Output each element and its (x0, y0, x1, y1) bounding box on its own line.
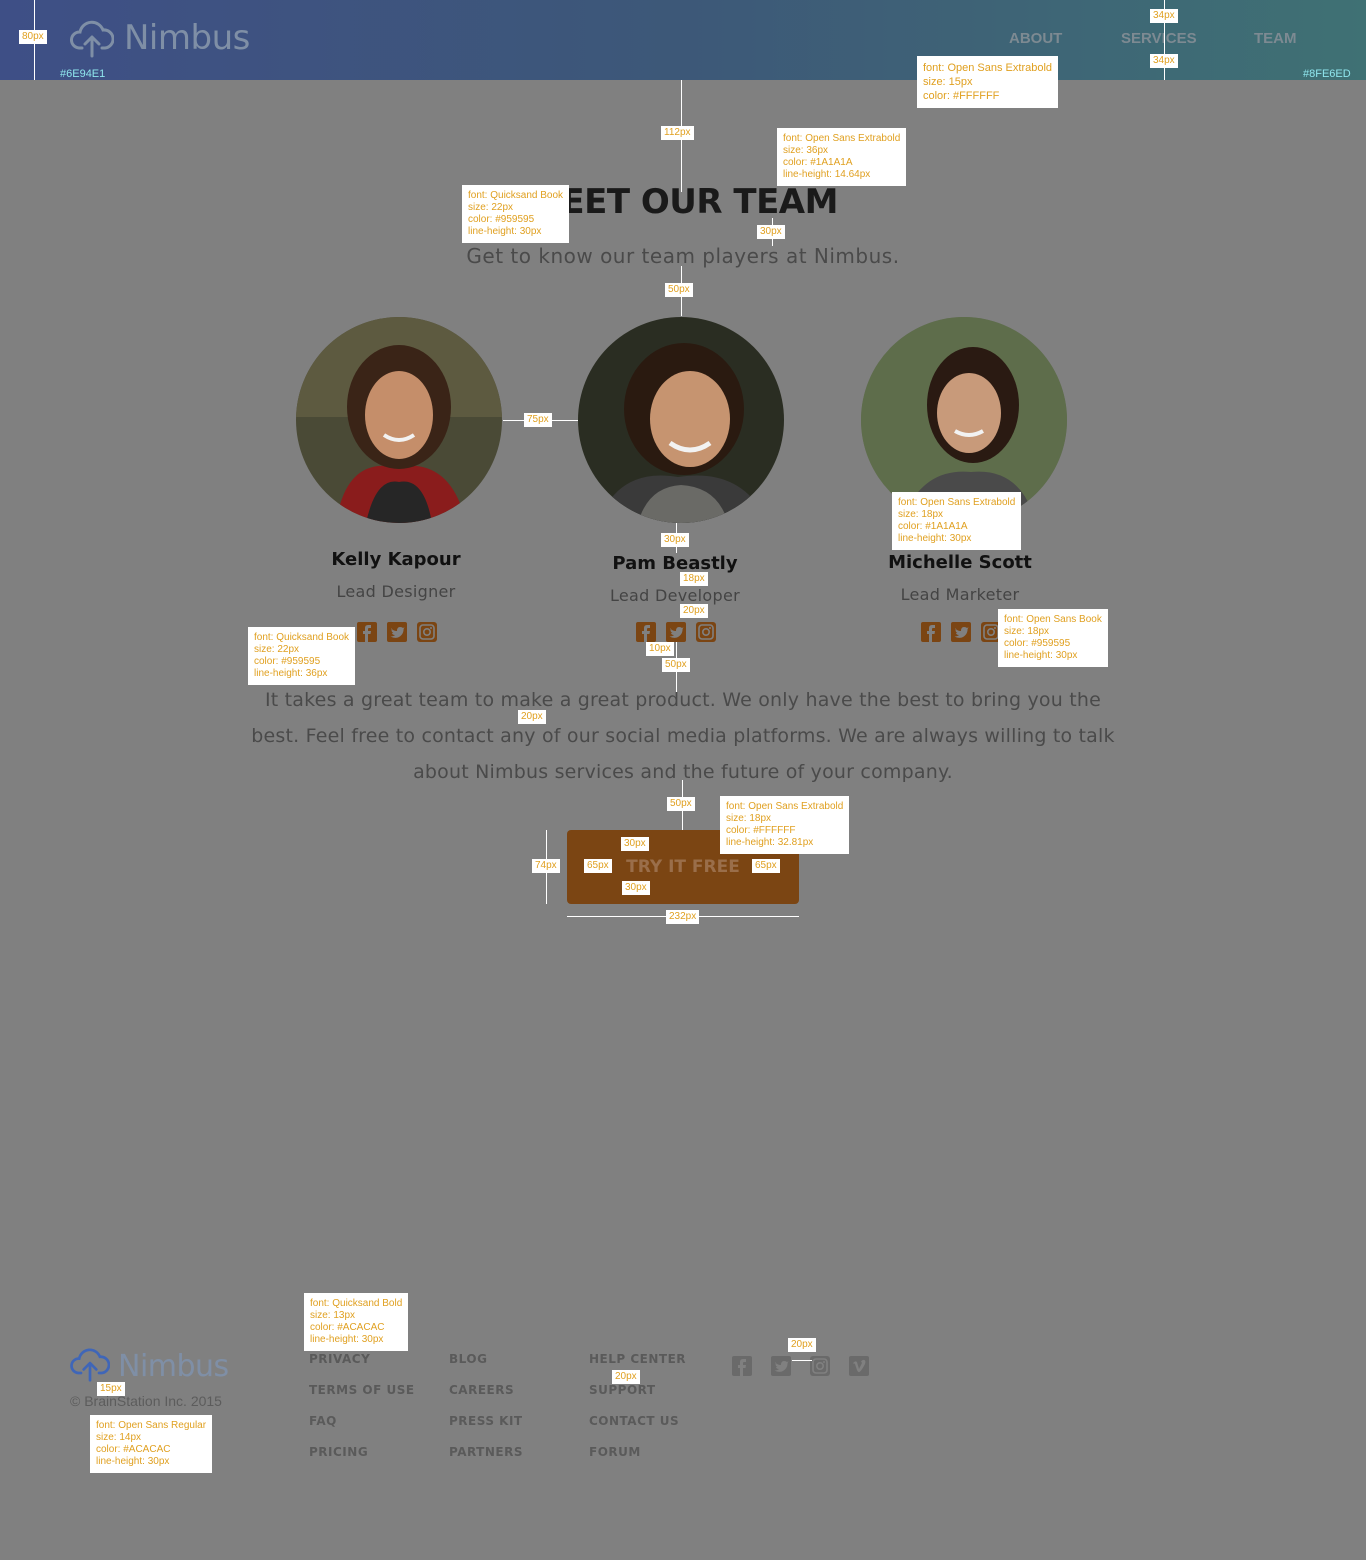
measure-label: 80px (19, 30, 47, 44)
measure-label: 75px (524, 413, 552, 427)
measure-label: 65px (752, 859, 780, 873)
team-description: It takes a great team to make a great pr… (251, 689, 1115, 783)
footer-logo[interactable]: Nimbus (70, 1346, 229, 1386)
twitter-icon[interactable] (951, 622, 971, 642)
member-social-links (357, 622, 437, 642)
measure-label: 30px (621, 837, 649, 851)
measure-label: 74px (532, 859, 560, 873)
logo-text: Nimbus (124, 18, 250, 58)
footer-link-pricing[interactable]: PRICING (309, 1445, 415, 1476)
nav-about[interactable]: ABOUT (1009, 30, 1062, 47)
measure-label: 34px (1150, 9, 1178, 23)
gradient-left-color: #6E94E1 (60, 68, 106, 80)
footer-link-forum[interactable]: FORUM (589, 1445, 686, 1476)
measure-label: 20px (788, 1338, 816, 1352)
member-name: Michelle Scott (888, 552, 1032, 573)
measure-label: 50px (665, 283, 693, 297)
member-name: Pam Beastly (612, 553, 738, 574)
subtitle-font-annotation: font: Quicksand Book size: 22px color: #… (462, 185, 570, 243)
twitter-icon[interactable] (771, 1356, 791, 1376)
member-social-links (636, 622, 716, 642)
measure-line (792, 1360, 812, 1361)
instagram-icon[interactable] (810, 1356, 830, 1376)
measure-label: 232px (666, 910, 700, 924)
footer-link-terms[interactable]: TERMS OF USE (309, 1383, 415, 1414)
footer-link-support[interactable]: SUPPORT (589, 1383, 686, 1414)
role-font-annotation: font: Open Sans Book size: 18px color: #… (998, 609, 1108, 667)
instagram-icon[interactable] (696, 622, 716, 642)
footer-link-partners[interactable]: PARTNERS (449, 1445, 523, 1476)
copyright-font-annotation: font: Open Sans Regular size: 14px color… (90, 1415, 213, 1473)
footer-column-1: PRIVACY TERMS OF USE FAQ PRICING (309, 1352, 415, 1476)
nimbus-logo[interactable]: Nimbus (70, 18, 250, 58)
measure-label: 20px (518, 710, 546, 724)
member-role: Lead Marketer (900, 585, 1020, 604)
facebook-icon[interactable] (732, 1356, 752, 1376)
measure-label: 30px (757, 225, 785, 239)
member-name: Kelly Kapour (331, 549, 461, 570)
cloud-upload-icon (70, 1346, 111, 1386)
gradient-right-color: #8FE6ED (1303, 68, 1351, 80)
footer-link-careers[interactable]: CAREERS (449, 1383, 523, 1414)
vimeo-icon[interactable] (849, 1356, 869, 1376)
measure-label: 112px (661, 126, 694, 140)
nav-team[interactable]: TEAM (1254, 30, 1297, 47)
measure-label: 30px (622, 881, 650, 895)
measure-label: 30px (661, 533, 689, 547)
member-role: Lead Developer (609, 586, 740, 605)
cloud-upload-icon (70, 18, 114, 58)
footer-logo-text: Nimbus (118, 1348, 229, 1384)
footer-link-blog[interactable]: BLOG (449, 1352, 523, 1383)
footer-column-2: BLOG CAREERS PRESS KIT PARTNERS (449, 1352, 523, 1476)
footer-link-privacy[interactable]: PRIVACY (309, 1352, 415, 1383)
instagram-icon[interactable] (417, 622, 437, 642)
name-font-annotation: font: Open Sans Extrabold size: 18px col… (892, 492, 1022, 550)
avatar-pam (578, 317, 784, 523)
member-social-links (921, 622, 1001, 642)
twitter-icon[interactable] (666, 622, 686, 642)
measure-label: 34px (1150, 54, 1178, 68)
measure-label: 10px (646, 642, 674, 656)
measure-label: 20px (612, 1370, 640, 1384)
measure-label: 65px (584, 859, 612, 873)
nav-services[interactable]: SERVICES (1121, 30, 1197, 47)
measure-label: 15px (97, 1382, 125, 1396)
nav-font-annotation: font: Open Sans Extrabold size: 15px col… (917, 56, 1059, 108)
facebook-icon[interactable] (636, 622, 656, 642)
footer-social-links (732, 1356, 869, 1376)
facebook-icon[interactable] (921, 622, 941, 642)
member-role: Lead Designer (336, 582, 456, 601)
measure-label: 18px (680, 572, 708, 586)
measure-label: 20px (680, 604, 708, 618)
measure-label: 50px (667, 797, 695, 811)
page-subtitle: Get to know our team players at Nimbus. (466, 244, 900, 268)
footer-link-font-annotation: font: Quicksand Bold size: 13px color: #… (304, 1293, 409, 1351)
footer-link-faq[interactable]: FAQ (309, 1414, 415, 1445)
facebook-icon[interactable] (357, 622, 377, 642)
measure-label: 50px (662, 658, 690, 672)
copyright: © BrainStation Inc. 2015 (70, 1393, 222, 1409)
title-font-annotation: font: Open Sans Extrabold size: 36px col… (777, 128, 907, 186)
paragraph-font-annotation: font: Quicksand Book size: 22px color: #… (248, 627, 356, 685)
avatar-kelly (296, 317, 502, 523)
footer-link-contact-us[interactable]: CONTACT US (589, 1414, 686, 1445)
twitter-icon[interactable] (387, 622, 407, 642)
cta-font-annotation: font: Open Sans Extrabold size: 18px col… (720, 796, 850, 854)
page-title: MEET OUR TEAM (528, 182, 838, 222)
footer-link-press-kit[interactable]: PRESS KIT (449, 1414, 523, 1445)
